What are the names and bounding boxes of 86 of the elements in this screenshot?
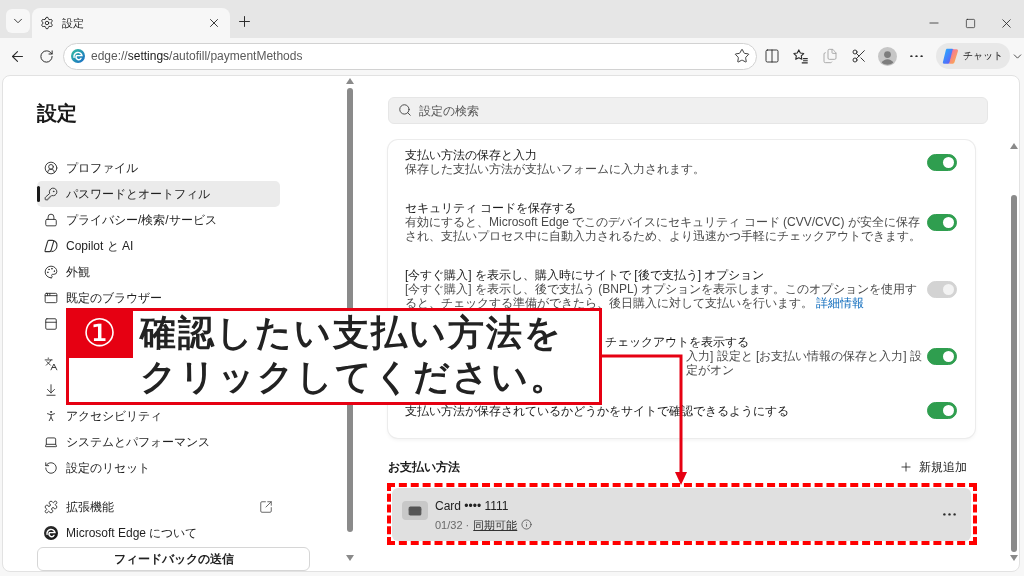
sidebar-item[interactable]: パスワードとオートフィル	[37, 181, 280, 207]
scroll-down-arrow-icon	[1010, 555, 1018, 561]
sidebar-item[interactable]: Microsoft Edge について	[37, 520, 280, 546]
callout-text: 確認したい支払い方法を クリックしてください。	[140, 311, 568, 399]
search-field[interactable]: 設定の検索	[388, 97, 988, 124]
section-heading: お支払い方法	[388, 458, 460, 476]
lock-icon	[44, 213, 58, 227]
scroll-down-arrow-icon	[346, 555, 354, 561]
browser-logo-icon	[44, 526, 58, 540]
sidebar-item-label: アクセシビリティ	[66, 407, 163, 425]
download-icon	[44, 383, 58, 397]
person-icon	[44, 409, 58, 423]
split-screen-icon	[763, 48, 780, 64]
sync-link[interactable]: 同期可能	[473, 517, 518, 532]
setting-description: 有効にすると、Microsoft Edge でこのデバイスにセキュリティ コード (CVV/CVC) が安全に保存され、支払いプロセス中に自動入力されるため、より迅速かつ手軽にチェックアウトできます。	[405, 215, 922, 243]
sidebar-item-label: 既定のブラウザー	[66, 289, 163, 307]
sidebar-title: 設定	[37, 101, 77, 125]
documents-icon	[821, 48, 838, 64]
card-name: Card •••• 1111	[435, 497, 509, 514]
url-text: edge://settings/autofill/paymentMethods	[91, 49, 304, 63]
sidebar-item[interactable]: プロファイル	[37, 155, 280, 181]
reset-icon	[44, 461, 58, 475]
sidebar-item[interactable]: システムとパフォーマンス	[37, 429, 280, 455]
panel-icon	[44, 317, 58, 331]
search-icon	[398, 103, 412, 117]
more-icon	[942, 513, 956, 516]
sidebar-item-label: 拡張機能	[66, 498, 115, 516]
toggle-switch[interactable]	[927, 213, 957, 231]
toggle-switch[interactable]	[927, 402, 957, 419]
sidebar-item-label: Copilot と AI	[66, 237, 135, 255]
star-icon	[734, 48, 750, 64]
more-icon	[910, 54, 923, 58]
add-new-button[interactable]: 新規追加	[891, 455, 975, 479]
settings-icon	[40, 16, 54, 30]
setting-description: 入力] 設定と [お支払い情報の保存と入力] 設定がオン	[686, 349, 923, 377]
scrollbar-thumb[interactable]	[1011, 195, 1017, 552]
payment-card-item[interactable]: Card •••• 1111 01/32 · 同期可能	[392, 488, 971, 541]
sidebar-item[interactable]: アクセシビリティ	[37, 403, 280, 429]
sidebar-item[interactable]: 外観	[37, 259, 280, 285]
maximize-icon	[964, 17, 976, 29]
translate-icon	[44, 357, 58, 371]
profile-icon	[44, 161, 58, 175]
puzzle-icon	[44, 500, 58, 514]
setting-title: [今すぐ購入] を表示し、購入時にサイトで [後で支払う] オプション	[405, 268, 765, 282]
sidebar-item[interactable]: Copilot と AI	[37, 233, 280, 259]
tab-title: 設定	[62, 15, 85, 31]
sidebar-item-label: システムとパフォーマンス	[66, 433, 211, 451]
laptop-icon	[44, 435, 58, 449]
card-expiry: 01/32 ·	[435, 517, 470, 532]
sidebar-item[interactable]: 設定のリセット	[37, 455, 280, 481]
palette-icon	[44, 265, 58, 279]
sidebar-item-label: パスワードとオートフィル	[66, 185, 211, 203]
avatar-icon	[878, 46, 897, 66]
info-icon	[521, 519, 533, 530]
swirl-icon	[44, 239, 58, 253]
browser-logo-icon	[71, 49, 85, 63]
setting-description: 保存した支払い方法が支払いフォームに入力されます。	[405, 162, 705, 176]
setting-title: 支払い方法の保存と入力	[405, 148, 537, 162]
sidebar-item-label: 設定のリセット	[66, 459, 151, 477]
toggle-switch[interactable]	[927, 153, 957, 171]
scroll-up-arrow-icon	[346, 78, 354, 84]
refresh-icon	[39, 48, 54, 64]
sidebar-item[interactable]: 既定のブラウザー	[37, 285, 280, 311]
close-icon	[207, 16, 221, 30]
setting-title: チェックアウトを表示する	[605, 335, 749, 349]
sidebar-item-label: プライバシー/検索/サービス	[66, 211, 218, 229]
scroll-up-arrow-icon	[1010, 143, 1018, 149]
address-bar[interactable]: edge://settings/autofill/paymentMethods	[63, 42, 757, 70]
plus-icon	[899, 460, 913, 474]
star-list-icon	[792, 47, 809, 65]
step-number: ①	[66, 308, 133, 358]
key-icon	[44, 187, 58, 201]
credit-card-icon	[402, 501, 428, 520]
browser-tab[interactable]: 設定	[32, 8, 230, 38]
sidebar-item-label: 外観	[66, 263, 91, 281]
setting-title: セキュリティ コードを保存する	[405, 201, 577, 215]
window-icon	[44, 291, 58, 305]
scissors-icon	[850, 48, 867, 64]
chat-button[interactable]: チャット	[936, 43, 1010, 69]
gradient-logo-icon	[942, 47, 959, 65]
sidebar-item-label: Microsoft Edge について	[66, 524, 199, 542]
sidebar-item-label: プロファイル	[66, 159, 139, 177]
sidebar-item[interactable]: 拡張機能	[37, 494, 280, 520]
toggle-switch[interactable]	[927, 347, 957, 365]
sidebar-item[interactable]: プライバシー/検索/サービス	[37, 207, 280, 233]
feedback-button[interactable]: フィードバックの送信	[37, 547, 310, 571]
